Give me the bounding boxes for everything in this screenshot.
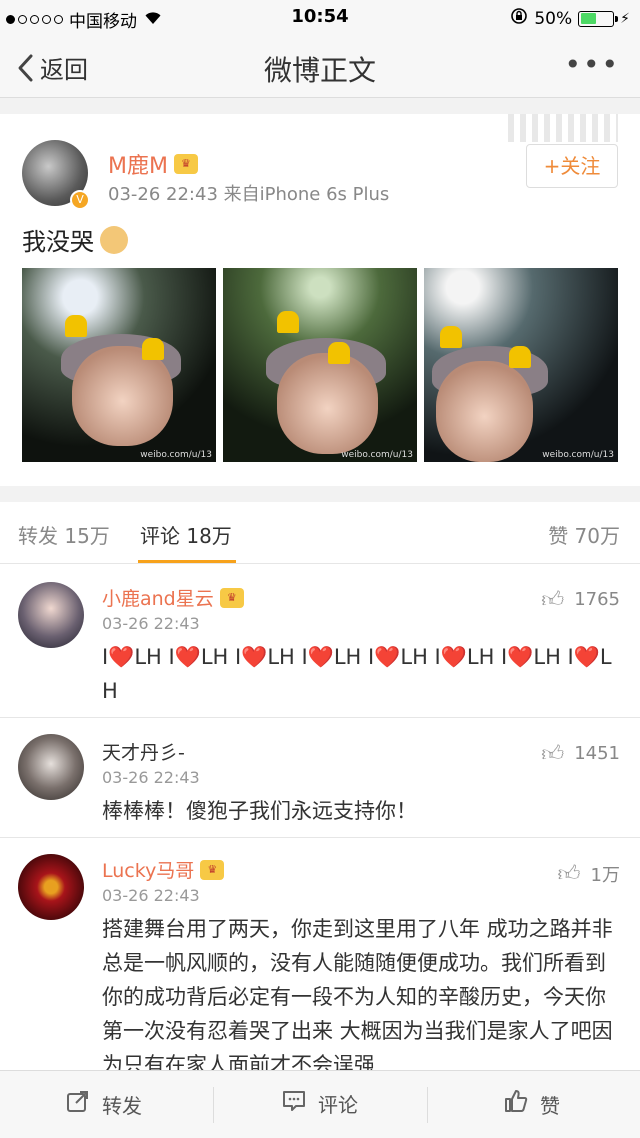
comment-like-count: 1451 <box>574 743 620 764</box>
comment-like-button[interactable]: 👍︎ 1765 <box>541 586 620 613</box>
comment-time: 03-26 22:43 <box>102 886 200 905</box>
list-item: Lucky马哥 ♛ 03-26 22:43 👍︎ 1万 搭建舞台用了两天，你走到… <box>0 838 640 1070</box>
comment-time: 03-26 22:43 <box>102 614 200 633</box>
like-button[interactable]: 赞 <box>504 1089 560 1119</box>
thumbs-up-icon: 👍︎ <box>541 588 565 613</box>
comment-time: 03-26 22:43 <box>102 768 200 787</box>
comment-like-count: 1万 <box>590 864 620 886</box>
tab-like[interactable]: 赞 70万 <box>548 520 620 549</box>
comment-label: 评论 <box>318 1093 358 1117</box>
repost-label: 转发 <box>102 1093 142 1118</box>
comment-button[interactable]: 评论 <box>282 1089 358 1118</box>
comment-username[interactable]: Lucky马哥 ♛ <box>102 856 225 883</box>
username-label: M鹿M <box>108 154 168 179</box>
post-meta: 03-26 22:43 来自iPhone 6s Plus <box>108 184 390 205</box>
tab-repost[interactable]: 转发 15万 <box>18 520 110 549</box>
comment-body: 搭建舞台用了两天，你走到这里用了八年 成功之路并非总是一帆风顺的，没有人能随随便… <box>102 917 613 1070</box>
battery-icon <box>578 10 619 27</box>
comment-username[interactable]: 小鹿and星云 ♛ <box>102 584 244 611</box>
tab-underline <box>138 560 236 563</box>
post-username[interactable]: M鹿M ♛ <box>108 148 198 180</box>
post-card: V M鹿M ♛ 03-26 22:43 来自iPhone 6s Plus +关注… <box>0 114 640 486</box>
like-label: 赞 <box>540 1093 560 1118</box>
comment-username-label: Lucky马哥 <box>102 860 195 882</box>
comment-icon <box>282 1090 306 1118</box>
share-icon <box>66 1089 90 1119</box>
avatar[interactable] <box>18 734 84 800</box>
avatar[interactable] <box>18 582 84 648</box>
battery-fill <box>580 13 597 24</box>
tab-bar: 转发 15万 评论 18万 赞 70万 <box>0 502 640 564</box>
follow-button[interactable]: +关注 <box>526 144 618 188</box>
divider <box>213 1087 214 1123</box>
tab-comment[interactable]: 评论 18万 <box>140 520 232 549</box>
card-decoration <box>508 114 618 142</box>
page-title: 微博正文 <box>263 54 376 87</box>
post-text-label: 我没哭 <box>22 228 94 256</box>
comment-username-label: 天才丹彡- <box>102 742 185 764</box>
vip-crown-icon: ♛ <box>173 154 198 174</box>
vip-crown-icon: ♛ <box>219 587 244 608</box>
bottom-action-bar: 转发 评论 赞 <box>0 1070 640 1138</box>
post-text: 我没哭 <box>22 222 128 257</box>
verified-badge-icon: V <box>70 190 90 210</box>
thumbs-up-icon: 👍︎ <box>557 862 581 887</box>
list-item: 小鹿and星云 ♛ 03-26 22:43 👍︎ 1765 I❤️LH I❤️L… <box>0 564 640 718</box>
comment-body: 棒棒棒！傻狍子我们永远支持你！ <box>102 799 417 823</box>
nav-bar: 返回 微博正文 ••• <box>0 34 640 98</box>
comment-username-label: 小鹿and星云 <box>102 588 214 610</box>
status-right: 50% ⚡ <box>510 7 630 30</box>
watermark-icon: weibo.com/u/13 <box>341 450 413 460</box>
comment-body: I❤️LH I❤️LH I❤️LH I❤️LH I❤️LH I❤️LH I❤️L… <box>102 645 612 703</box>
comment-like-count: 1765 <box>574 589 620 610</box>
avatar[interactable] <box>18 854 84 920</box>
thumbs-up-icon <box>504 1089 528 1119</box>
more-dots-icon[interactable]: ••• <box>564 48 620 81</box>
rotation-lock-icon <box>510 7 528 30</box>
comment-like-button[interactable]: 👍︎ 1451 <box>541 740 620 767</box>
comment-like-button[interactable]: 👍︎ 1万 <box>558 860 620 887</box>
comment-username[interactable]: 天才丹彡- <box>102 738 185 765</box>
battery-percent: 50% <box>534 8 573 29</box>
charging-icon: ⚡ <box>620 10 630 27</box>
watermark-icon: weibo.com/u/13 <box>542 450 614 460</box>
watermark-icon: weibo.com/u/13 <box>140 450 212 460</box>
post-photo-2[interactable]: weibo.com/u/13 <box>223 268 417 462</box>
doge-emoji-icon <box>100 225 128 254</box>
post-photo-1[interactable]: weibo.com/u/13 <box>22 268 216 462</box>
divider <box>427 1087 428 1123</box>
vip-crown-icon: ♛ <box>200 859 225 880</box>
thumbs-up-icon: 👍︎ <box>541 742 565 767</box>
list-item: 天才丹彡- 03-26 22:43 👍︎ 1451 棒棒棒！傻狍子我们永远支持你… <box>0 718 640 838</box>
repost-button[interactable]: 转发 <box>66 1089 142 1119</box>
status-bar: 中国移动 10:54 50% ⚡ <box>0 0 640 34</box>
comment-list: 小鹿and星云 ♛ 03-26 22:43 👍︎ 1765 I❤️LH I❤️L… <box>0 564 640 1070</box>
post-photo-3[interactable]: weibo.com/u/13 <box>424 268 618 462</box>
